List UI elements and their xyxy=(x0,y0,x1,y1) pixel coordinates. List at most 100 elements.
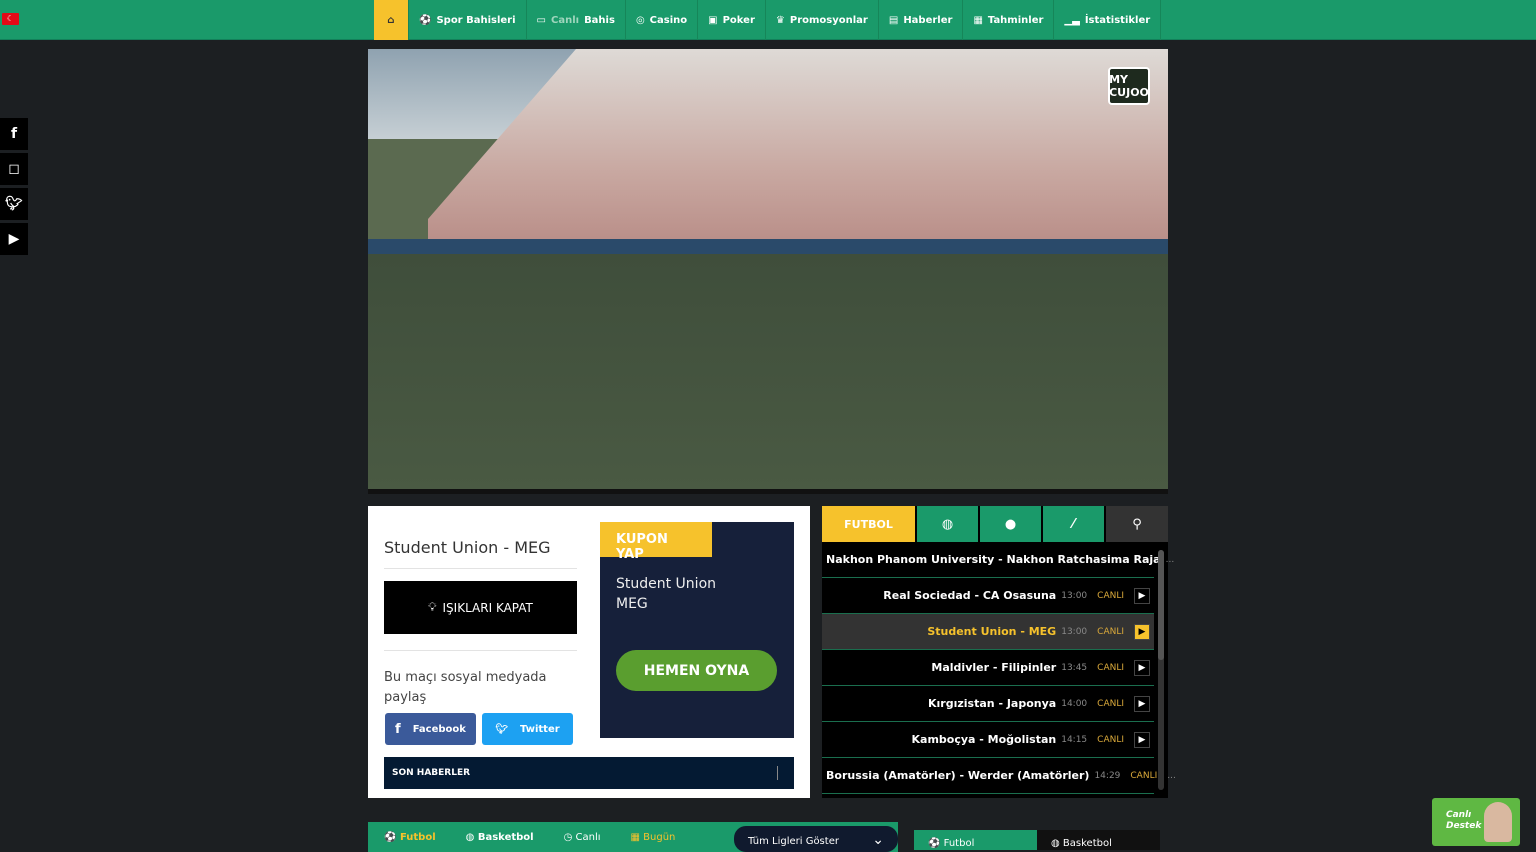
match-time: 14:00 xyxy=(1061,698,1088,709)
tab-basketball[interactable]: ◍ xyxy=(917,506,978,542)
cards-icon: ▣ xyxy=(708,14,718,26)
live-badge: CANLI xyxy=(1097,662,1124,673)
video-player[interactable]: MY CUJOO xyxy=(368,49,1168,489)
bar-chart-icon: ▁▃ xyxy=(1064,14,1080,26)
facebook-icon: f xyxy=(395,721,401,737)
main-nav: ⌂ ⚽ Spor Bahisleri ▭ Canlı Bahis ◎ Casino ▣ P… xyxy=(374,0,1162,40)
match-name: Kırgızistan - Japonya xyxy=(928,697,1057,710)
match-name: Student Union - MEG xyxy=(927,625,1057,638)
home-button[interactable]: ⌂ xyxy=(374,0,409,40)
roulette-icon: ◎ xyxy=(635,14,645,26)
crown-icon: ♛ xyxy=(775,14,785,26)
bottom-filter-bar: ⚽ Futbol ◍ Basketbol ◷ Canlı ▦ Bugün Tüm… xyxy=(368,822,898,852)
social-sidebar: f ◻ 🐦︎ ▶ xyxy=(0,118,28,258)
video-pitch xyxy=(368,254,1168,489)
live-badge: CANLI xyxy=(1097,698,1124,709)
ellipsis: ... xyxy=(1167,770,1176,781)
match-info-panel: Student Union - MEG 💡︎ IŞIKLARI KAPAT Bu … xyxy=(368,506,810,798)
tab-futbol[interactable]: FUTBOL xyxy=(822,506,915,542)
tab-futbol-bottom[interactable]: ⚽ Futbol xyxy=(914,830,1037,850)
match-row[interactable]: Nakhon Phanom University - Nakhon Ratcha… xyxy=(822,542,1174,578)
match-row[interactable]: Borussia (Amatörler) - Werder (Amatörler… xyxy=(822,758,1176,794)
nav-tahminler[interactable]: ▦ Tahminler xyxy=(963,0,1055,40)
nav-istatistikler[interactable]: ▁▃ İstatistikler xyxy=(1054,0,1162,40)
filter-basketbol[interactable]: ◍ Basketbol xyxy=(466,832,534,843)
coupon-teams: Student Union MEG xyxy=(616,576,717,612)
tab-tennis[interactable]: ● xyxy=(980,506,1041,542)
home-icon: ⌂ xyxy=(387,14,395,26)
coupon-tag: KUPON YAP xyxy=(600,522,712,562)
mycujoo-logo: MY CUJOO xyxy=(1108,67,1150,105)
scrollbar-thumb[interactable] xyxy=(1158,550,1164,660)
twitter-share-button[interactable]: 🐦︎ Twitter xyxy=(482,713,573,745)
match-name: Nakhon Phanom University - Nakhon Ratcha… xyxy=(826,553,1161,566)
match-time: 13:00 xyxy=(1061,590,1088,601)
latest-news-bar: SON HABERLER xyxy=(384,757,794,789)
play-icon[interactable]: ▶ xyxy=(1134,659,1150,676)
youtube-icon[interactable]: ▶ xyxy=(0,223,28,255)
tab-hockey[interactable]: ⁄ xyxy=(1043,506,1104,542)
nav-casino[interactable]: ◎ Casino xyxy=(626,0,699,40)
basketball-icon: ◍ xyxy=(941,516,954,532)
divider xyxy=(777,766,778,780)
match-title: Student Union - MEG xyxy=(384,538,551,557)
live-matches-panel: FUTBOL ◍ ● ⁄ ⚲ Nakhon Phanom University … xyxy=(822,506,1176,798)
filter-futbol[interactable]: ⚽ Futbol xyxy=(384,832,436,843)
play-icon[interactable]: ▶ xyxy=(1134,731,1150,748)
nav-haberler[interactable]: ▤ Haberler xyxy=(879,0,964,40)
chart-icon: ▦ xyxy=(973,14,983,26)
search-icon: ⚲ xyxy=(1132,516,1142,532)
match-name: Real Sociedad - CA Osasuna xyxy=(883,589,1057,602)
scrollbar[interactable] xyxy=(1158,550,1164,790)
share-text: Bu maçı sosyal medyada paylaş xyxy=(384,670,547,705)
lightbulb-icon: 💡︎ xyxy=(428,600,437,614)
twitter-icon[interactable]: 🐦︎ xyxy=(0,188,28,220)
hockey-icon: ⁄ xyxy=(1072,516,1075,532)
instagram-icon[interactable]: ◻ xyxy=(0,153,28,185)
divider xyxy=(384,568,577,569)
monitor-icon: ▭ xyxy=(536,14,546,26)
league-select[interactable]: Tüm Ligleri Göster ⌄ xyxy=(734,826,898,852)
play-icon[interactable]: ▶ xyxy=(1134,695,1150,712)
twitter-icon: 🐦︎ xyxy=(495,723,509,735)
match-row[interactable]: Real Sociedad - CA Osasuna 13:00 CANLI ▶ xyxy=(822,578,1154,614)
live-badge: CANLI xyxy=(1097,590,1124,601)
news-icon: ▤ xyxy=(888,14,899,26)
live-badge: CANLI xyxy=(1130,770,1158,781)
match-name: Kamboçya - Moğolistan xyxy=(911,733,1057,746)
play-icon[interactable]: ▶ xyxy=(1134,587,1150,604)
ellipsis: ... xyxy=(1165,554,1175,565)
facebook-share-button[interactable]: f Facebook xyxy=(385,713,476,745)
support-agent-avatar xyxy=(1484,802,1512,842)
turkey-flag-icon[interactable]: ☾ xyxy=(2,13,19,25)
sport-tabs: FUTBOL ◍ ● ⁄ ⚲ xyxy=(822,506,1168,542)
video-controls-bar[interactable] xyxy=(368,489,1168,494)
match-time: 14:15 xyxy=(1061,734,1088,745)
nav-promosyonlar[interactable]: ♛ Promosyonlar xyxy=(766,0,879,40)
facebook-icon[interactable]: f xyxy=(0,118,28,150)
nav-canli-bahis[interactable]: ▭ Canlı Bahis xyxy=(527,0,626,40)
nav-spor-bahisleri[interactable]: ⚽ Spor Bahisleri xyxy=(409,0,527,40)
match-row[interactable]: Kırgızistan - Japonya 14:00 CANLI ▶ xyxy=(822,686,1154,722)
top-navbar: ☾ ⌂ ⚽ Spor Bahisleri ▭ Canlı Bahis ◎ Casino … xyxy=(0,0,1536,40)
play-icon[interactable]: ▶ xyxy=(1134,623,1150,640)
match-row[interactable]: Kamboçya - Moğolistan 14:15 CANLI ▶ xyxy=(822,722,1154,758)
search-button[interactable]: ⚲ xyxy=(1106,506,1168,542)
match-list: Nakhon Phanom University - Nakhon Ratcha… xyxy=(822,542,1176,794)
lights-off-button[interactable]: 💡︎ IŞIKLARI KAPAT xyxy=(384,581,577,634)
match-time: 13:00 xyxy=(1061,626,1088,637)
match-row[interactable]: Maldivler - Filipinler 13:45 CANLI ▶ xyxy=(822,650,1154,686)
filter-bugun[interactable]: ▦ Bugün xyxy=(631,832,676,843)
coupon-box: KUPON YAP Student Union MEG HEMEN OYNA xyxy=(600,522,794,738)
tab-basketbol-bottom[interactable]: ◍ Basketbol xyxy=(1037,830,1160,850)
nav-poker[interactable]: ▣ Poker xyxy=(698,0,766,40)
live-badge: CANLI xyxy=(1097,734,1124,745)
tennis-icon: ● xyxy=(1004,516,1017,532)
divider xyxy=(384,650,577,651)
match-row[interactable]: Student Union - MEG 13:00 CANLI ▶ xyxy=(822,614,1154,650)
match-time: 13:45 xyxy=(1061,662,1088,673)
live-badge: CANLI xyxy=(1097,626,1124,637)
filter-canli[interactable]: ◷ Canlı xyxy=(564,832,601,843)
play-now-button[interactable]: HEMEN OYNA xyxy=(616,650,777,691)
live-support-button[interactable]: Canlı Destek xyxy=(1432,798,1520,846)
